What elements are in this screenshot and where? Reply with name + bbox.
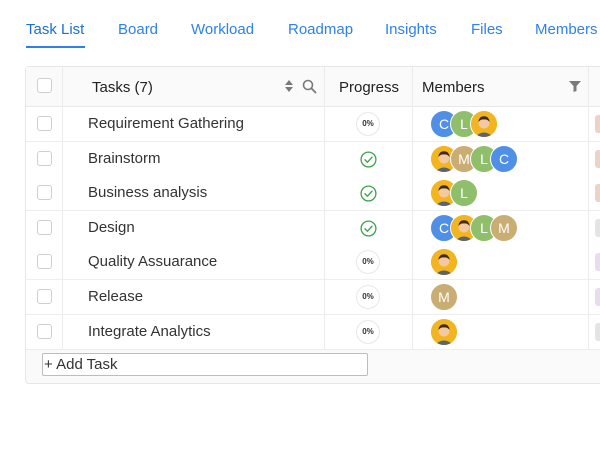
row-checkbox[interactable] [37,323,52,339]
avatar[interactable] [430,317,458,346]
check-circle-icon [360,220,377,237]
status-tag[interactable] [595,288,600,306]
progress-indicator: 0% [356,112,380,136]
column-divider [324,67,325,349]
check-circle-icon [360,151,377,168]
table-row[interactable]: Brainstorm M L C [26,141,600,177]
progress-indicator: 0% [356,285,380,309]
progress-column-header[interactable]: Progress [339,79,399,96]
status-tag[interactable] [595,149,600,168]
task-name[interactable]: Requirement Gathering [88,115,244,132]
tasks-column-header[interactable]: Tasks (7) [92,79,153,96]
tab-members[interactable]: Members [535,21,598,38]
row-checkbox[interactable] [37,219,52,235]
status-tag[interactable] [595,218,600,237]
row-checkbox[interactable] [37,116,52,131]
table-row[interactable]: Release 0% M [26,280,600,315]
table-row[interactable]: Design C L M [26,210,600,246]
tab-files[interactable]: Files [471,21,503,38]
filter-icon[interactable] [569,81,581,92]
tab-board[interactable]: Board [118,21,158,38]
task-table: Tasks (7) Progress Members Requirement G… [25,66,600,384]
avatar[interactable]: M [490,213,518,242]
row-checkbox[interactable] [37,185,52,201]
row-checkbox[interactable] [37,289,52,304]
row-checkbox[interactable] [37,150,52,166]
select-all-checkbox[interactable] [37,78,52,93]
table-row[interactable]: Business analysis L [26,176,600,212]
table-header: Tasks (7) Progress Members [26,67,600,107]
column-divider [588,67,589,349]
row-checkbox[interactable] [37,254,52,270]
tab-task-list[interactable]: Task List [26,21,84,38]
progress-indicator: 0% [356,250,380,275]
status-tag[interactable] [595,322,600,341]
task-name[interactable]: Brainstorm [88,150,161,167]
column-divider [412,67,413,349]
avatar[interactable]: C [490,144,518,173]
task-name[interactable]: Business analysis [88,184,207,201]
task-name[interactable]: Quality Assuarance [88,253,217,270]
active-tab-indicator [26,46,85,48]
sort-icon[interactable] [284,79,294,93]
status-tag[interactable] [595,184,600,203]
search-icon[interactable] [302,79,317,94]
table-row[interactable]: Requirement Gathering 0% C L [26,107,600,142]
status-tag[interactable] [595,253,600,272]
column-divider [62,67,63,349]
task-name[interactable]: Release [88,288,143,305]
table-row[interactable]: Integrate Analytics 0% [26,314,600,350]
avatar[interactable]: L [450,179,478,208]
tab-workload[interactable]: Workload [191,21,254,38]
check-circle-icon [360,185,377,202]
task-name[interactable]: Design [88,219,135,236]
add-task-input[interactable]: + Add Task [42,353,368,376]
avatar[interactable] [430,248,458,277]
tab-bar: Task List Board Workload Roadmap Insight… [0,0,600,50]
members-column-header[interactable]: Members [422,79,485,96]
status-tag[interactable] [595,115,600,133]
avatar[interactable]: M [430,283,458,311]
tab-roadmap[interactable]: Roadmap [288,21,353,38]
tab-insights[interactable]: Insights [385,21,437,38]
avatar[interactable] [470,110,498,138]
table-row[interactable]: Quality Assuarance 0% [26,245,600,281]
task-name[interactable]: Integrate Analytics [88,323,211,340]
progress-indicator: 0% [356,319,380,344]
